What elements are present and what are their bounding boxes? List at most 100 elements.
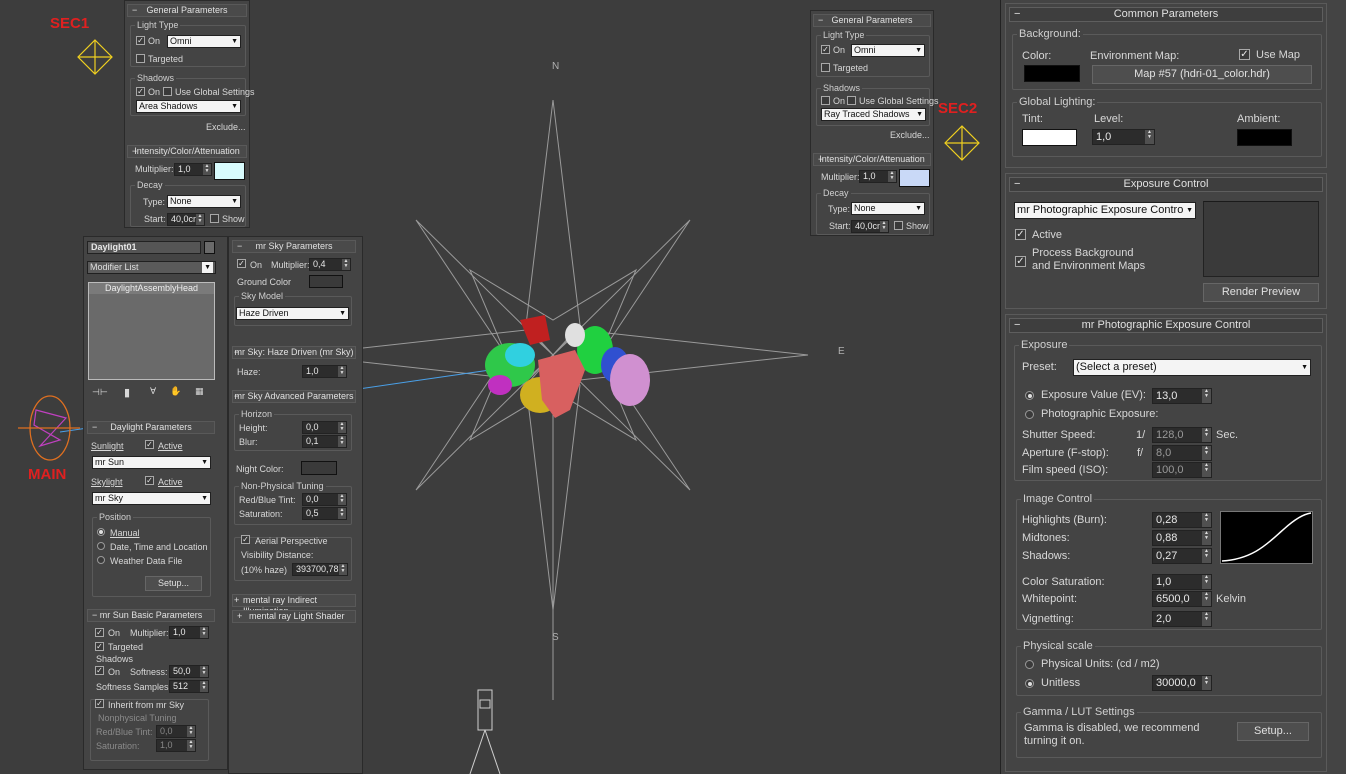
sec1-targeted-checkbox[interactable] xyxy=(136,54,145,63)
vignetting-spinner[interactable]: 2,0 ▲ ▼ xyxy=(1152,611,1212,627)
sec1-intensity-header[interactable]: − Intensity/Color/Attenuation xyxy=(127,145,247,158)
stack-item-daylight-head[interactable]: DaylightAssemblyHead xyxy=(89,283,214,294)
sky-rb-tint-spinner[interactable]: 0,0 ▲ ▼ xyxy=(302,493,347,506)
position-weather-radio[interactable] xyxy=(97,556,105,564)
sunlight-active-checkbox[interactable]: ✓ xyxy=(145,440,154,449)
configure-sets-icon[interactable]: ▦ xyxy=(195,386,204,397)
sec2-light-icon[interactable] xyxy=(944,125,980,161)
sun-multiplier-spinner[interactable]: 1,0 ▲ ▼ xyxy=(169,626,209,639)
position-manual-radio[interactable] xyxy=(97,528,105,536)
sun-type-dropdown[interactable]: mr Sun ▼ xyxy=(92,456,211,469)
shutter-spinner[interactable]: 128,0 ▲ ▼ xyxy=(1152,427,1212,443)
iso-spinner[interactable]: 100,0 ▲ ▼ xyxy=(1152,462,1212,478)
sec2-shadows-on-checkbox[interactable] xyxy=(821,96,830,105)
sec2-exclude-button[interactable]: Exclude... xyxy=(890,130,930,140)
color-saturation-spinner[interactable]: 1,0 ▲ ▼ xyxy=(1152,574,1212,590)
tint-color-swatch[interactable] xyxy=(1022,129,1077,146)
unitless-spinner[interactable]: 30000,0 ▲ ▼ xyxy=(1152,675,1212,691)
position-date-radio[interactable] xyxy=(97,542,105,550)
level-spinner[interactable]: 1,0 ▲ ▼ xyxy=(1092,129,1155,145)
sec2-use-global-checkbox[interactable] xyxy=(847,96,856,105)
render-preview-button[interactable]: Render Preview xyxy=(1203,283,1319,302)
sec1-general-header[interactable]: − General Parameters xyxy=(127,4,247,17)
main-daylight-icon[interactable] xyxy=(18,395,80,461)
softness-samples-spinner[interactable]: 512 ▲ ▼ xyxy=(169,680,209,693)
sec2-shadow-type-dropdown[interactable]: Ray Traced Shadows ▼ xyxy=(821,108,926,121)
light-shader-header[interactable]: + mental ray Light Shader xyxy=(232,610,356,623)
sec2-type-dropdown[interactable]: Omni ▼ xyxy=(851,44,925,57)
sec2-multiplier-spinner[interactable]: 1,0 ▲ ▼ xyxy=(859,170,897,183)
aerial-checkbox[interactable]: ✓ xyxy=(241,535,250,544)
sec1-light-icon[interactable] xyxy=(77,39,113,75)
visibility-spinner[interactable]: 393700,78 ▲ ▼ xyxy=(292,563,348,576)
sec1-exclude-button[interactable]: Exclude... xyxy=(206,122,246,132)
highlights-spinner[interactable]: 0,28 ▲ ▼ xyxy=(1152,512,1212,528)
unitless-radio[interactable] xyxy=(1025,679,1034,688)
sun-rb-tint-spinner[interactable]: 0,0 ▲ ▼ xyxy=(156,725,196,738)
lamp-object[interactable] xyxy=(469,689,501,774)
sky-on-checkbox[interactable]: ✓ xyxy=(237,259,246,268)
exposure-active-checkbox[interactable]: ✓ xyxy=(1015,229,1026,240)
show-end-result-icon[interactable]: ▮ xyxy=(124,386,130,399)
daylight-setup-button[interactable]: Setup... xyxy=(145,576,202,591)
midtones-spinner[interactable]: 0,88 ▲ ▼ xyxy=(1152,530,1212,546)
sec1-type-dropdown[interactable]: Omni ▼ xyxy=(167,35,241,48)
blur-spinner[interactable]: 0,1 ▲ ▼ xyxy=(302,435,347,448)
sec2-start-spinner[interactable]: 40,0cm ▲ ▼ xyxy=(851,220,889,233)
sec1-show-checkbox[interactable] xyxy=(210,214,219,223)
sec1-decay-type-dropdown[interactable]: None ▼ xyxy=(167,195,241,208)
process-bg-checkbox[interactable]: ✓ xyxy=(1015,256,1026,267)
ev-radio[interactable] xyxy=(1025,391,1034,400)
haze-header[interactable]: − mr Sky: Haze Driven (mr Sky) xyxy=(232,346,356,359)
sec1-use-global-checkbox[interactable] xyxy=(163,87,172,96)
modifier-list-dropdown[interactable]: Modifier List ▼ xyxy=(87,261,216,274)
sun-shadows-on-checkbox[interactable]: ✓ xyxy=(95,666,104,675)
ambient-color-swatch[interactable] xyxy=(1237,129,1292,146)
modifier-stack[interactable]: DaylightAssemblyHead xyxy=(88,282,215,380)
ground-color-swatch[interactable] xyxy=(309,275,343,288)
night-color-swatch[interactable] xyxy=(301,461,337,475)
sec2-general-header[interactable]: − General Parameters xyxy=(813,14,931,27)
common-params-header[interactable]: − Common Parameters xyxy=(1009,7,1323,22)
pin-stack-icon[interactable]: ⊣⊢ xyxy=(92,387,108,398)
use-map-checkbox[interactable]: ✓ xyxy=(1239,49,1250,60)
sec1-on-checkbox[interactable]: ✓ xyxy=(136,36,145,45)
environment-map-button[interactable]: Map #57 (hdri-01_color.hdr) xyxy=(1092,65,1312,84)
whitepoint-spinner[interactable]: 6500,0 ▲ ▼ xyxy=(1152,591,1212,607)
preset-dropdown[interactable]: (Select a preset) ▼ xyxy=(1073,359,1311,376)
physical-units-radio[interactable] xyxy=(1025,660,1034,669)
exposure-control-header[interactable]: − Exposure Control xyxy=(1009,177,1323,192)
exposure-type-dropdown[interactable]: mr Photographic Exposure Control ▼ xyxy=(1014,202,1196,219)
sun-on-checkbox[interactable]: ✓ xyxy=(95,628,104,637)
sky-saturation-spinner[interactable]: 0,5 ▲ ▼ xyxy=(302,507,347,520)
scene-objects[interactable] xyxy=(485,315,650,418)
skylight-active-checkbox[interactable]: ✓ xyxy=(145,476,154,485)
sky-advanced-header[interactable]: − mr Sky Advanced Parameters xyxy=(232,390,356,403)
haze-spinner[interactable]: 1,0 ▲ ▼ xyxy=(302,365,347,378)
sky-model-dropdown[interactable]: Haze Driven ▼ xyxy=(236,307,349,320)
softness-spinner[interactable]: 50,0 ▲ ▼ xyxy=(169,665,209,678)
height-spinner[interactable]: 0,0 ▲ ▼ xyxy=(302,421,347,434)
sec2-on-checkbox[interactable]: ✓ xyxy=(821,45,830,54)
sec2-decay-type-dropdown[interactable]: None ▼ xyxy=(851,202,925,215)
sky-params-header[interactable]: − mr Sky Parameters xyxy=(232,240,356,253)
sec2-intensity-header[interactable]: − Intensity/Color/Attenuation xyxy=(813,153,931,166)
daylight-params-header[interactable]: − Daylight Parameters xyxy=(87,421,215,434)
ev-spinner[interactable]: 13,0 ▲ ▼ xyxy=(1152,388,1212,404)
sec1-color-swatch[interactable] xyxy=(214,162,245,180)
sun-basic-header[interactable]: − mr Sun Basic Parameters xyxy=(87,609,215,622)
sec2-targeted-checkbox[interactable] xyxy=(821,63,830,72)
aperture-spinner[interactable]: 8,0 ▲ ▼ xyxy=(1152,445,1212,461)
shadows-spinner[interactable]: 0,27 ▲ ▼ xyxy=(1152,548,1212,564)
mr-photo-header[interactable]: − mr Photographic Exposure Control xyxy=(1009,318,1323,333)
photographic-radio[interactable] xyxy=(1025,410,1034,419)
sec2-color-swatch[interactable] xyxy=(899,169,930,187)
object-name-field[interactable]: Daylight01 xyxy=(87,241,201,254)
inherit-sky-checkbox[interactable]: ✓ xyxy=(95,699,104,708)
sec1-shadows-on-checkbox[interactable]: ✓ xyxy=(136,87,145,96)
sun-saturation-spinner[interactable]: 1,0 ▲ ▼ xyxy=(156,739,196,752)
sky-type-dropdown[interactable]: mr Sky ▼ xyxy=(92,492,211,505)
make-unique-icon[interactable]: ∀ xyxy=(150,386,156,397)
bg-color-swatch[interactable] xyxy=(1024,65,1080,82)
gamma-setup-button[interactable]: Setup... xyxy=(1237,722,1309,741)
